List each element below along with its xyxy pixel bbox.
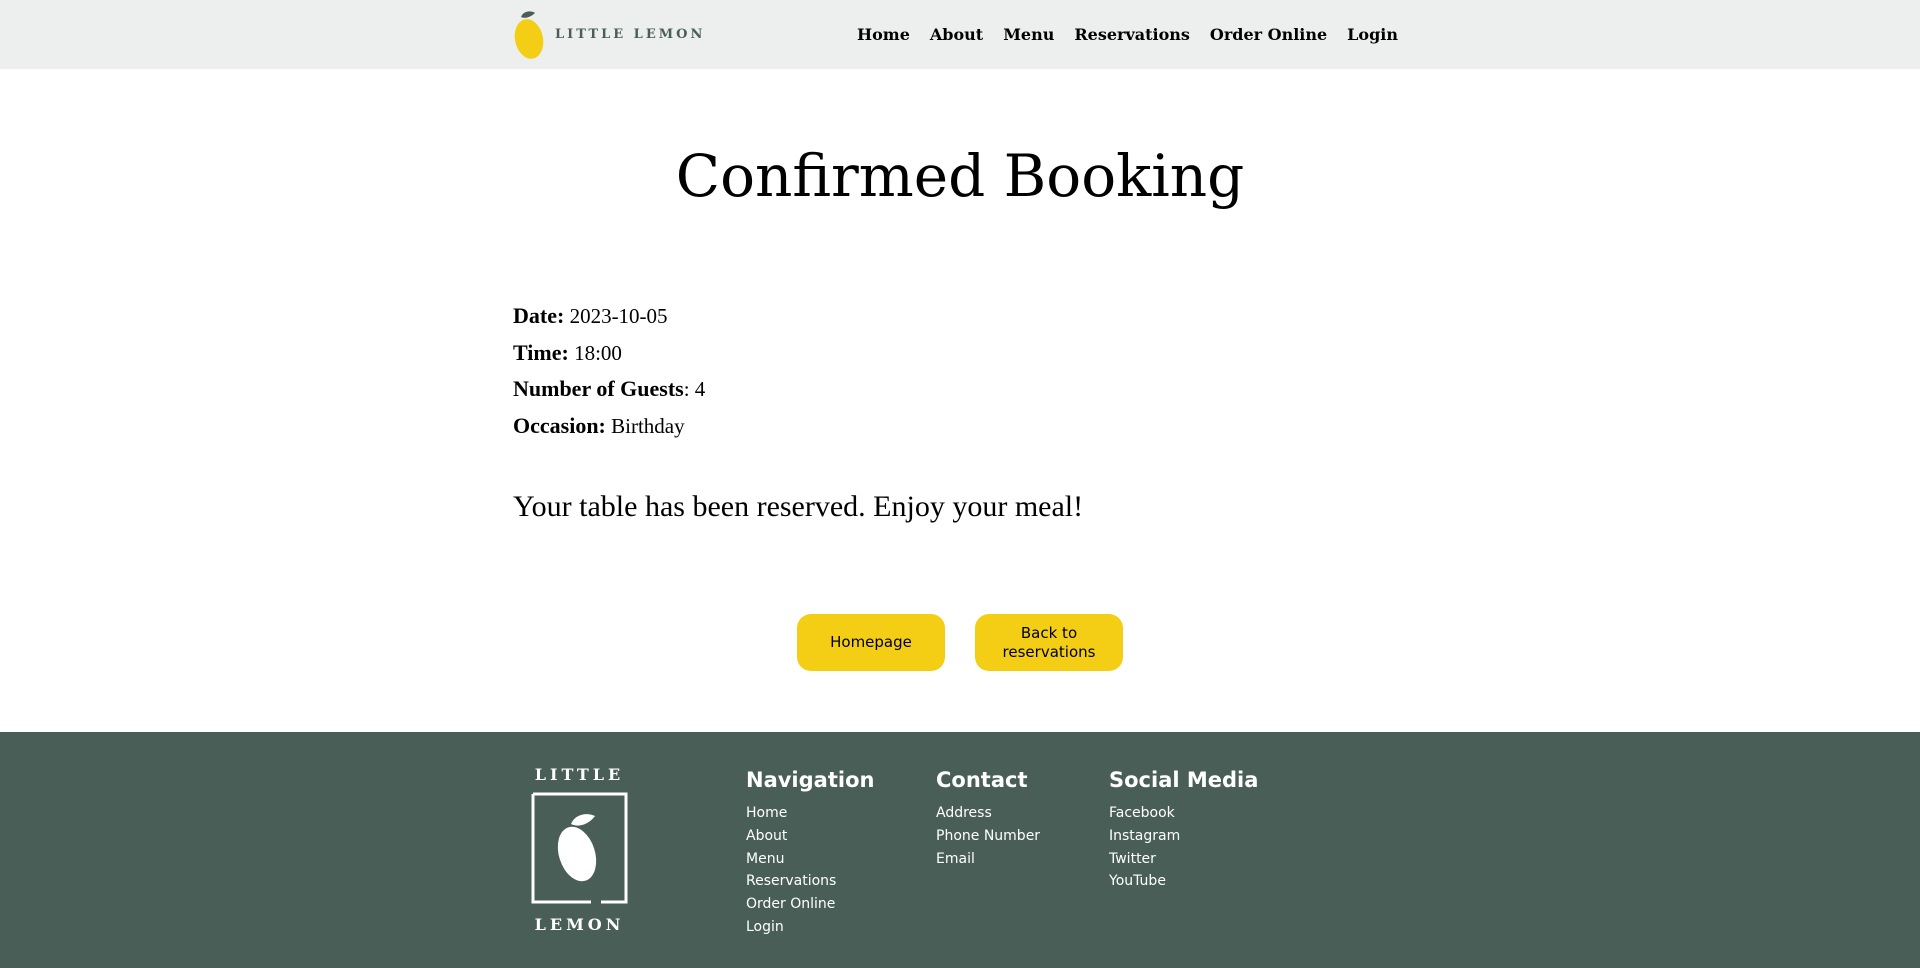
back-button-line1: Back to [1020, 623, 1078, 642]
confirmation-message: Your table has been reserved. Enjoy your… [513, 490, 1084, 523]
footer-lemon-icon [557, 814, 597, 882]
main-nav: Home About Menu Reservations Order Onlin… [857, 25, 1398, 44]
occasion-label: Occasion: [513, 412, 606, 438]
footer-contact: Contact Address Phone Number Email [936, 768, 1040, 870]
brand-name: LITTLE LEMON [555, 27, 706, 42]
guests-label: Number of Guests [513, 376, 684, 401]
date-value: 2023-10-05 [569, 304, 668, 328]
footer-logo-bottom: LEMON [535, 915, 625, 934]
footer-social-heading: Social Media [1109, 768, 1259, 792]
footer-link-instagram[interactable]: Instagram [1109, 825, 1258, 848]
date-row: Date: 2023-10-05 [513, 298, 705, 335]
footer-link-address[interactable]: Address [936, 802, 1040, 825]
back-to-reservations-button[interactable]: Back to reservations [975, 614, 1123, 671]
footer-link-order-online[interactable]: Order Online [746, 893, 874, 916]
footer-link-menu[interactable]: Menu [746, 848, 874, 871]
brand-logo-link[interactable]: LITTLE LEMON [513, 9, 705, 61]
site-header: LITTLE LEMON Home About Menu Reservation… [0, 0, 1920, 69]
nav-menu[interactable]: Menu [1003, 25, 1054, 44]
footer-link-home[interactable]: Home [746, 802, 874, 825]
footer-navigation: Navigation Home About Menu Reservations … [746, 768, 874, 939]
footer-link-youtube[interactable]: YouTube [1109, 870, 1258, 893]
footer-social-media: Social Media Facebook Instagram Twitter … [1109, 768, 1258, 893]
guests-value: : 4 [683, 377, 706, 401]
booking-details: Date: 2023-10-05 Time: 18:00 Number of G… [513, 298, 705, 444]
occasion-value: Birthday [611, 413, 685, 438]
footer-logo: LITTLE LEMON [531, 765, 628, 934]
back-button-label: Back to reservations [1003, 624, 1096, 662]
nav-order-online[interactable]: Order Online [1210, 25, 1327, 44]
footer-navigation-heading: Navigation [746, 768, 875, 792]
time-row: Time: 18:00 [513, 335, 705, 372]
time-label: Time: [513, 339, 569, 365]
date-label: Date: [513, 303, 565, 328]
footer-link-phone[interactable]: Phone Number [936, 825, 1040, 848]
footer-link-facebook[interactable]: Facebook [1109, 802, 1258, 825]
lemon-icon [514, 10, 544, 59]
occasion-row: Occasion: Birthday [513, 408, 705, 445]
back-button-line2: reservations [1002, 642, 1096, 661]
nav-home[interactable]: Home [857, 25, 910, 44]
guests-row: Number of Guests: 4 [513, 371, 705, 408]
homepage-button[interactable]: Homepage [797, 614, 945, 671]
site-footer: LITTLE LEMON Navigation Home About Menu … [0, 732, 1920, 968]
page-title: Confirmed Booking [675, 142, 1245, 210]
time-value: 18:00 [574, 340, 622, 365]
footer-link-twitter[interactable]: Twitter [1109, 848, 1258, 871]
footer-logo-top: LITTLE [535, 765, 624, 784]
footer-link-email[interactable]: Email [936, 848, 1040, 871]
nav-reservations[interactable]: Reservations [1074, 25, 1190, 44]
nav-login[interactable]: Login [1347, 25, 1398, 44]
nav-about[interactable]: About [930, 25, 983, 44]
footer-link-login[interactable]: Login [746, 916, 874, 939]
header-inner: LITTLE LEMON Home About Menu Reservation… [513, 0, 1398, 69]
footer-link-about[interactable]: About [746, 825, 874, 848]
footer-link-reservations[interactable]: Reservations [746, 870, 874, 893]
footer-contact-heading: Contact [936, 768, 1028, 792]
